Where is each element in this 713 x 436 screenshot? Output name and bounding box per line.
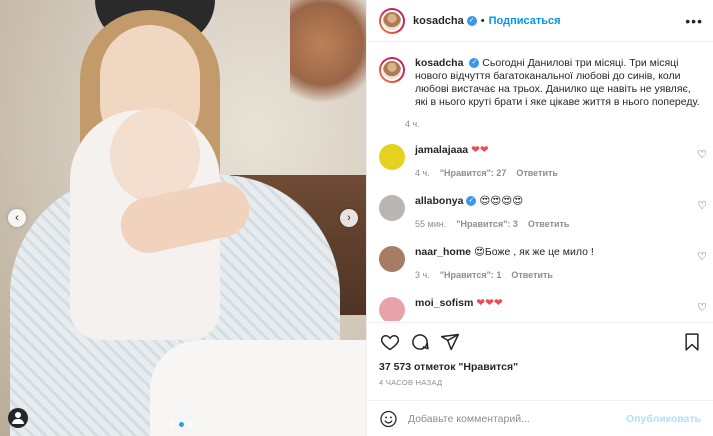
commenter-username[interactable]: moi_sofism [415, 297, 473, 309]
carousel-dot [188, 422, 193, 427]
share-icon[interactable] [439, 331, 461, 353]
comment-text: 😍😍😍😍 [479, 195, 524, 207]
comment-time[interactable]: 3 ч. [415, 270, 430, 280]
comment-likes-count[interactable]: "Нравится": 1 [440, 270, 502, 280]
commenter-username[interactable]: jamalajaaa [415, 144, 468, 156]
comment-like-heart-icon[interactable]: ♡ [697, 250, 707, 263]
commenter-avatar[interactable] [379, 195, 405, 221]
reply-button[interactable]: Ответить [511, 270, 553, 280]
comment-row: allabonya ✓ 😍😍😍😍 55 мин. "Нравится": 3 Ответ… [367, 195, 713, 231]
commenter-username[interactable]: allabonya [415, 195, 463, 207]
comment-body: moi_sofism ❤❤❤ [415, 297, 685, 321]
post-timestamp[interactable]: 4 ЧАСОВ НАЗАД [367, 373, 713, 387]
tagged-users-icon[interactable] [8, 408, 28, 428]
like-heart-icon[interactable] [379, 331, 401, 353]
comment-time[interactable]: 4 ч. [415, 168, 430, 178]
comment-row: moi_sofism ❤❤❤ ♡ [367, 297, 713, 321]
comment-likes-count[interactable]: "Нравится": 3 [456, 219, 518, 229]
carousel-dot-active [179, 422, 184, 427]
comment-like-heart-icon[interactable]: ♡ [697, 199, 707, 212]
comment-icon[interactable] [409, 331, 431, 353]
comment-like-heart-icon[interactable]: ♡ [697, 301, 707, 314]
verified-icon: ✓ [466, 196, 477, 207]
author-username[interactable]: kosadcha [413, 15, 464, 27]
more-options-icon[interactable]: ••• [685, 13, 703, 29]
comment-row: jamalajaaa ❤❤ 4 ч. "Нравится": 27 Ответить ♡ [367, 144, 713, 180]
comment-row: naar_home 😍Боже , як же це мило ! 3 ч. "Нр… [367, 246, 713, 282]
add-comment-bar: Опубликовать [367, 400, 713, 436]
emoji-icon[interactable] [379, 409, 398, 429]
author-avatar[interactable] [379, 7, 405, 34]
previous-photo-button[interactable]: ‹ [8, 209, 26, 227]
action-icons [367, 323, 713, 353]
next-photo-button[interactable]: › [340, 209, 358, 227]
publish-button[interactable]: Опубликовать [626, 413, 701, 425]
post-photo[interactable]: ‹ › [0, 0, 366, 436]
likes-count[interactable]: 37 573 отметок "Нравится" [367, 353, 713, 373]
reply-button[interactable]: Ответить [516, 168, 558, 178]
post-actions: 37 573 отметок "Нравится" 4 ЧАСОВ НАЗАД … [367, 322, 713, 436]
comments-list[interactable]: kosadcha ✓ Сьогодні Данилові три місяці.… [367, 43, 713, 321]
comment-like-heart-icon[interactable]: ♡ [697, 148, 707, 161]
post-sidebar: kosadcha ✓ • Подписаться ••• kosadcha ✓ … [366, 0, 713, 436]
commenter-avatar[interactable] [379, 246, 405, 272]
comment-text: ❤❤❤ [476, 297, 503, 309]
header-separator: • [480, 14, 485, 27]
comment-time[interactable]: 55 мин. [415, 219, 446, 229]
reply-button[interactable]: Ответить [528, 219, 570, 229]
commenter-username[interactable]: naar_home [415, 246, 471, 258]
commenter-avatar[interactable] [379, 144, 405, 170]
comment-meta: 3 ч. "Нравится": 1 Ответить [415, 269, 685, 282]
comment-body: jamalajaaa ❤❤ 4 ч. "Нравится": 27 Ответить [415, 144, 685, 180]
comment-meta: 4 ч. "Нравится": 27 Ответить [415, 167, 685, 180]
instagram-post-view: ‹ › kosadcha ✓ • Подписаться ••• kosadch… [0, 0, 713, 436]
verified-icon: ✓ [466, 15, 477, 26]
comment-text: ❤❤ [471, 144, 489, 156]
caption-author-avatar[interactable] [379, 57, 405, 83]
comment-body: naar_home 😍Боже , як же це мило ! 3 ч. "Нр… [415, 246, 685, 282]
photo-plant [290, 0, 366, 110]
carousel-dot [170, 422, 175, 427]
post-caption: kosadcha ✓ Сьогодні Данилові три місяці.… [367, 43, 713, 129]
comment-text: 😍Боже , як же це мило ! [473, 246, 594, 258]
comment-thread: jamalajaaa ❤❤ 4 ч. "Нравится": 27 Ответить ♡… [367, 144, 713, 321]
caption-time[interactable]: 4 ч. [405, 119, 420, 129]
verified-icon: ✓ [469, 58, 480, 69]
comment-likes-count[interactable]: "Нравится": 27 [440, 168, 507, 178]
comment-meta: 55 мин. "Нравится": 3 Ответить [415, 218, 685, 231]
commenter-avatar[interactable] [379, 297, 405, 321]
follow-button[interactable]: Подписаться [489, 15, 561, 27]
carousel-dots [170, 422, 193, 427]
caption-username[interactable]: kosadcha [415, 57, 463, 69]
bookmark-icon[interactable] [681, 331, 703, 353]
comment-input[interactable] [407, 412, 627, 425]
post-header: kosadcha ✓ • Подписаться ••• [367, 0, 713, 42]
comment-body: allabonya ✓ 😍😍😍😍 55 мин. "Нравится": 3 Ответ… [415, 195, 685, 231]
